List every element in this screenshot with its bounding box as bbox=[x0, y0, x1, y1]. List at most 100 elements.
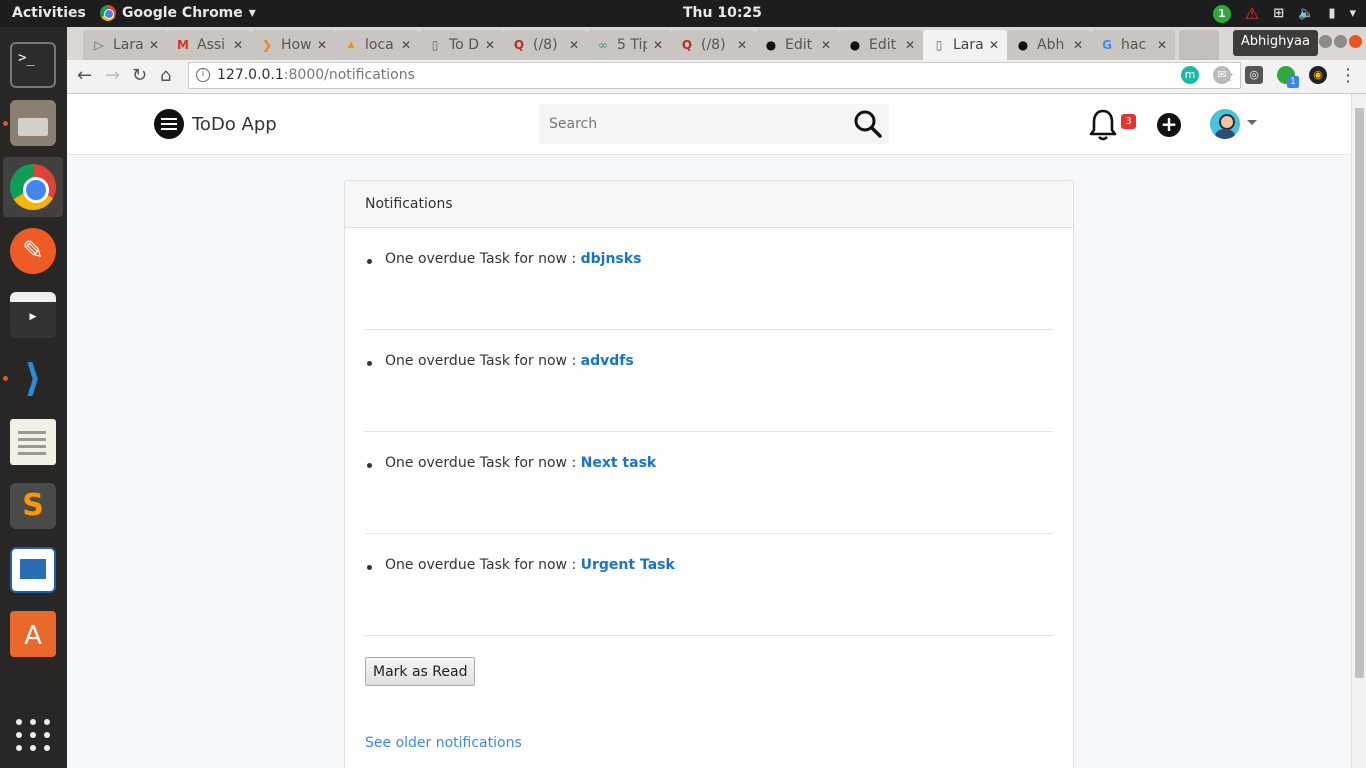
add-task-button[interactable]: + bbox=[1157, 113, 1181, 137]
notifications-card: Notifications One overdue Task for now :… bbox=[344, 180, 1074, 768]
gmail-icon: M bbox=[177, 38, 189, 52]
network-icon[interactable]: ⊞ bbox=[1273, 6, 1284, 21]
minimize-icon[interactable] bbox=[1319, 35, 1332, 48]
software-store-icon[interactable]: A bbox=[10, 611, 56, 657]
terminal-icon[interactable]: >_ bbox=[10, 42, 56, 88]
files-icon[interactable] bbox=[10, 100, 56, 146]
extension-m-icon[interactable]: m bbox=[1181, 66, 1199, 84]
close-icon[interactable]: ✕ bbox=[233, 38, 243, 52]
update-badge-icon[interactable]: 1 bbox=[1212, 4, 1231, 23]
chrome-icon[interactable] bbox=[10, 164, 56, 210]
activities-button[interactable]: Activities bbox=[12, 5, 86, 21]
page-icon: ▯ bbox=[935, 38, 943, 52]
close-icon[interactable]: ✕ bbox=[149, 38, 159, 52]
laravel-icon: ▷ bbox=[94, 38, 104, 52]
task-link[interactable]: Urgent Task bbox=[581, 557, 675, 573]
browser-tab[interactable]: Q (/8) ✕ bbox=[671, 30, 755, 60]
browser-tab-active[interactable]: ▯ Lara ✕ bbox=[923, 30, 1007, 60]
close-icon[interactable]: ✕ bbox=[1157, 38, 1167, 52]
bell-icon[interactable] bbox=[1087, 108, 1119, 142]
list-item: One overdue Task for now : dbjnsks bbox=[365, 228, 1053, 330]
close-icon[interactable]: ✕ bbox=[569, 38, 579, 52]
close-icon[interactable]: ✕ bbox=[317, 38, 327, 52]
close-icon[interactable]: ✕ bbox=[1073, 38, 1083, 52]
close-icon[interactable]: ✕ bbox=[485, 38, 495, 52]
mark-as-read-button[interactable]: Mark as Read bbox=[365, 657, 476, 686]
card-body: One overdue Task for now : dbjnsks One o… bbox=[345, 228, 1073, 751]
browser-tab[interactable]: ❯ How ✕ bbox=[251, 30, 335, 60]
search-box bbox=[539, 104, 889, 144]
extension-lightbulb-icon[interactable]: ◎ bbox=[1245, 66, 1263, 84]
browser-tab[interactable]: ● Abh ✕ bbox=[1007, 30, 1091, 60]
close-icon[interactable]: ✕ bbox=[821, 38, 831, 52]
browser-tab[interactable]: Q (/8) ✕ bbox=[503, 30, 587, 60]
close-icon[interactable]: ✕ bbox=[401, 38, 411, 52]
chrome-menu-icon[interactable]: ⋮ bbox=[1339, 65, 1357, 86]
search-icon bbox=[854, 110, 882, 138]
close-icon[interactable]: ✕ bbox=[989, 38, 999, 52]
browser-tab[interactable]: ▷ Lara ✕ bbox=[83, 30, 167, 60]
system-top-bar: Activities Google Chrome ▾ Thu 10:25 1 ⚠… bbox=[0, 0, 1366, 27]
chevron-down-icon[interactable]: ▾ bbox=[1349, 6, 1356, 21]
back-icon[interactable]: ← bbox=[77, 65, 92, 86]
page-icon: ▯ bbox=[431, 38, 439, 52]
dock: >_ ✎ ▶ ⟩ S A bbox=[0, 27, 67, 768]
list-item: One overdue Task for now : Next task bbox=[365, 432, 1053, 534]
reload-icon[interactable]: ↻ bbox=[132, 65, 147, 86]
battery-icon[interactable]: ▮ bbox=[1328, 6, 1335, 21]
browser-tab[interactable]: ▲ loca ✕ bbox=[335, 30, 419, 60]
clock[interactable]: Thu 10:25 bbox=[683, 5, 762, 21]
address-bar[interactable]: i 127.0.0.1:8000/notifications ☆ bbox=[188, 62, 1241, 89]
browser-toolbar: ← → ↻ ⌂ i 127.0.0.1:8000/notifications ☆… bbox=[67, 60, 1366, 94]
close-window-icon[interactable] bbox=[1349, 35, 1362, 48]
avatar[interactable] bbox=[1210, 109, 1240, 139]
brand[interactable]: ToDo App bbox=[154, 109, 277, 139]
quora-icon: Q bbox=[513, 38, 525, 52]
maximize-icon[interactable] bbox=[1334, 35, 1347, 48]
see-older-notifications-link[interactable]: See older notifications bbox=[365, 735, 522, 751]
hamburger-menu-icon[interactable] bbox=[154, 109, 184, 139]
notification-text: One overdue Task for now : bbox=[385, 251, 581, 267]
libreoffice-writer-icon[interactable] bbox=[10, 547, 56, 593]
card-header: Notifications bbox=[345, 181, 1073, 228]
browser-tab[interactable]: M Assi ✕ bbox=[167, 30, 251, 60]
search-input[interactable] bbox=[539, 104, 844, 144]
text-editor-icon[interactable] bbox=[10, 419, 56, 465]
postman-icon[interactable]: ✎ bbox=[10, 228, 56, 274]
caret-down-icon[interactable] bbox=[1247, 120, 1257, 125]
task-link[interactable]: dbjnsks bbox=[581, 251, 642, 267]
home-icon[interactable]: ⌂ bbox=[160, 65, 171, 86]
task-link[interactable]: Next task bbox=[581, 455, 657, 471]
profile-button[interactable]: Abhighyaa bbox=[1232, 30, 1318, 56]
url-path: :8000/notifications bbox=[283, 67, 415, 83]
browser-tab[interactable]: Ghac ✕ bbox=[1091, 30, 1175, 60]
browser-tab[interactable]: ● Edit ✕ bbox=[839, 30, 923, 60]
browser-tab[interactable]: ∞ 5 Tip ✕ bbox=[587, 30, 671, 60]
warning-icon[interactable]: ⚠ bbox=[1245, 4, 1259, 23]
extension-chat-icon[interactable]: ◉ bbox=[1309, 66, 1327, 84]
volume-icon[interactable]: 🔈 bbox=[1298, 6, 1314, 21]
close-icon[interactable]: ✕ bbox=[737, 38, 747, 52]
sublime-text-icon[interactable]: S bbox=[10, 483, 56, 529]
scrollbar-thumb[interactable] bbox=[1355, 108, 1364, 678]
browser-tab[interactable]: ● Edit ✕ bbox=[755, 30, 839, 60]
app-menu[interactable]: Google Chrome ▾ bbox=[100, 5, 256, 21]
close-icon[interactable]: ✕ bbox=[905, 38, 915, 52]
phpmyadmin-icon: ▲ bbox=[347, 40, 355, 50]
show-apps-icon[interactable] bbox=[10, 711, 56, 757]
page-scrollbar[interactable] bbox=[1351, 94, 1366, 768]
info-icon[interactable]: i bbox=[196, 68, 210, 82]
extension-mail-icon[interactable]: ✉ bbox=[1213, 66, 1231, 84]
github-icon: ● bbox=[849, 38, 861, 52]
google-icon: G bbox=[1102, 38, 1112, 52]
browser-tab[interactable]: ▯ To D ✕ bbox=[419, 30, 503, 60]
close-icon[interactable]: ✕ bbox=[653, 38, 663, 52]
search-button[interactable] bbox=[851, 109, 885, 139]
new-tab-button[interactable] bbox=[1179, 30, 1219, 60]
vscode-icon[interactable]: ⟩ bbox=[10, 355, 56, 401]
task-link[interactable]: advdfs bbox=[581, 353, 634, 369]
video-editor-icon[interactable]: ▶ bbox=[10, 292, 56, 338]
notification-text: One overdue Task for now : bbox=[385, 557, 581, 573]
forward-icon[interactable]: → bbox=[105, 65, 120, 86]
url-host: 127.0.0.1 bbox=[217, 67, 284, 83]
